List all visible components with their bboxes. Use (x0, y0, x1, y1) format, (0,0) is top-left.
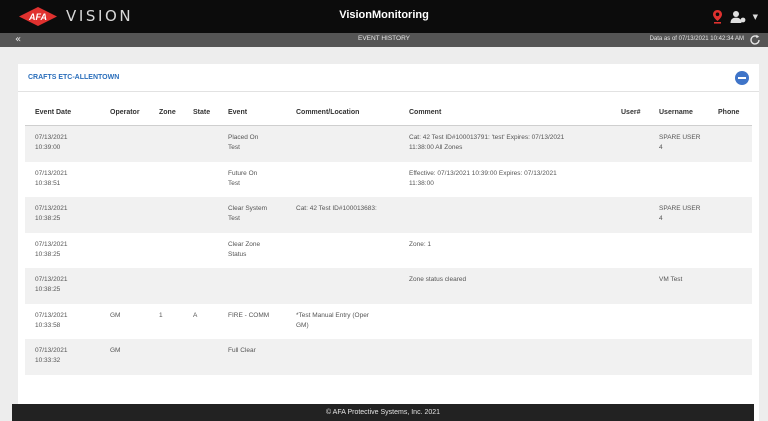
column-header-comment[interactable]: Comment (409, 109, 629, 116)
cell-event: Placed On Test (228, 134, 259, 151)
cell-event-date: 07/13/2021 10:38:51 (35, 169, 68, 187)
cell-event-date: 07/13/2021 10:33:32 (35, 347, 68, 364)
refresh-icon[interactable] (749, 34, 761, 46)
event-history-panel: CRAFTS ETC-ALLENTOWN Event Date Operator… (18, 64, 759, 421)
cell-operator: GM (110, 347, 121, 354)
cell-zone: 1 (159, 311, 163, 319)
table-row[interactable]: 07/13/2021 10:38:25 Clear System Test Ca… (25, 197, 752, 233)
cell-event-date: 07/13/2021 10:39:00 (35, 134, 68, 151)
caret-down-icon[interactable]: ▼ (753, 10, 758, 24)
cell-username: SPARE USER 4 (659, 134, 701, 151)
event-table: Event Date Operator Zone State Event Com… (25, 103, 752, 375)
cell-event: Future On Test (228, 169, 258, 187)
cell-comment: Effective: 07/13/2021 10:39:00 Expires: … (409, 169, 557, 187)
cell-event: Full Clear (228, 347, 256, 354)
cell-event: FIRE - COMM (228, 311, 270, 319)
table-row[interactable]: 07/13/2021 10:33:58 GM 1 A FIRE - COMM *… (25, 304, 752, 340)
footer-copyright: © AFA Protective Systems, Inc. 2021 (12, 404, 754, 421)
panel-title: CRAFTS ETC-ALLENTOWN (28, 74, 120, 81)
cell-username: VM Test (659, 276, 683, 283)
table-row[interactable]: 07/13/2021 10:38:51 Future On Test Effec… (25, 162, 752, 198)
cell-operator: GM (110, 311, 121, 319)
cell-event-date: 07/13/2021 10:38:25 (35, 276, 68, 293)
column-header-state[interactable]: State (193, 109, 223, 116)
cell-state: A (193, 311, 198, 319)
collapse-icon[interactable] (735, 71, 749, 85)
top-right-icons: ▼ (712, 9, 758, 24)
cell-comment: Zone status cleared (409, 276, 467, 283)
cell-comment-location: *Test Manual Entry (Oper GM) (296, 311, 369, 329)
cell-event-date: 07/13/2021 10:38:25 (35, 205, 68, 222)
cell-username: SPARE USER 4 (659, 205, 701, 222)
column-header-user-number[interactable]: User# (621, 109, 651, 116)
data-timestamp: Data as of 07/13/2021 10:42:34 AM (649, 36, 744, 42)
column-header-phone[interactable]: Phone (718, 109, 748, 116)
cell-comment-location: Cat: 42 Test ID#100013683: (296, 205, 377, 212)
alert-icon[interactable] (712, 9, 723, 24)
top-navbar: AFA VISION VisionMonitoring ▼ (0, 0, 768, 33)
table-header-row: Event Date Operator Zone State Event Com… (25, 103, 752, 126)
app-title: VisionMonitoring (339, 9, 429, 21)
cell-comment: Zone: 1 (409, 240, 432, 248)
table-row[interactable]: 07/13/2021 10:33:32 GM Full Clear (25, 339, 752, 375)
table-row[interactable]: 07/13/2021 10:39:00 Placed On Test Cat: … (25, 126, 752, 162)
cell-event-date: 07/13/2021 10:33:58 (35, 311, 68, 329)
column-header-zone[interactable]: Zone (159, 109, 189, 116)
cell-event: Clear Zone Status (228, 240, 261, 258)
column-header-event[interactable]: Event (228, 109, 293, 116)
column-header-operator[interactable]: Operator (110, 109, 155, 116)
cell-comment: Cat: 42 Test ID#100013791: 'test' Expire… (409, 134, 565, 151)
column-header-event-date[interactable]: Event Date (35, 109, 105, 116)
sub-header-bar: « EVENT HISTORY Data as of 07/13/2021 10… (0, 33, 768, 47)
column-header-comment-location[interactable]: Comment/Location (296, 109, 402, 116)
panel-header: CRAFTS ETC-ALLENTOWN (18, 64, 759, 92)
table-row[interactable]: 07/13/2021 10:38:25 Clear Zone Status Zo… (25, 233, 752, 269)
cell-event-date: 07/13/2021 10:38:25 (35, 240, 68, 258)
table-row[interactable]: 07/13/2021 10:38:25 Zone status cleared … (25, 268, 752, 304)
user-menu-icon[interactable] (730, 10, 746, 24)
cell-event: Clear System Test (228, 205, 268, 222)
